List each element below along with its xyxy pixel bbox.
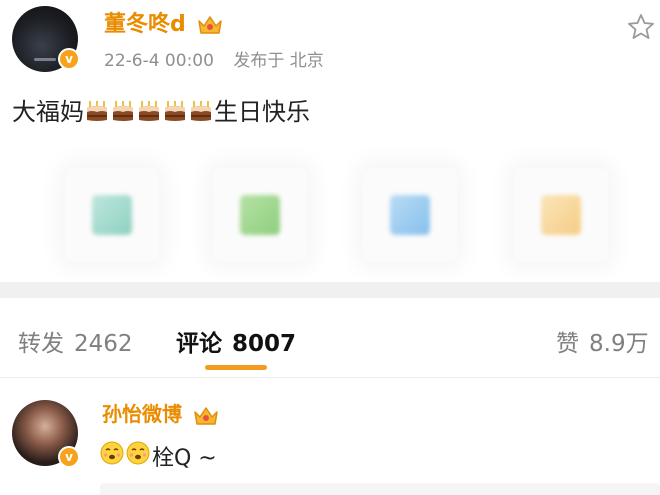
image-placeholder-icon	[541, 195, 581, 235]
crown-icon	[194, 406, 218, 425]
face-emoji-row	[100, 441, 152, 471]
post-image-thumbnail[interactable]	[514, 168, 608, 262]
tab-repost-label: 转发	[18, 331, 64, 357]
poster-avatar[interactable]: v	[12, 6, 80, 72]
comment-item: v 孙怡微博 栓Q ~	[0, 378, 660, 495]
image-placeholder-icon	[390, 195, 430, 235]
tab-like[interactable]: 赞 8.9万	[556, 324, 649, 358]
cake-emoji-row	[84, 96, 214, 124]
avatar-glint	[34, 58, 56, 61]
commenter-avatar[interactable]: v	[12, 400, 80, 468]
tab-like-count: 8.9万	[589, 331, 649, 357]
verified-badge-icon: v	[58, 446, 80, 468]
post-image-thumbnail[interactable]	[213, 168, 307, 262]
post-card: v 董冬咚d 22-6-4 00:00 发布于 北京 大福妈 生日快乐	[0, 0, 660, 282]
tab-comment-label: 评论	[176, 331, 222, 357]
post-text-suffix: 生日快乐	[214, 98, 310, 126]
comment-text: 栓Q ~	[100, 440, 217, 472]
birthday-cake-icon	[111, 99, 135, 123]
birthday-cake-icon	[137, 99, 161, 123]
active-tab-indicator	[205, 365, 267, 370]
birthday-cake-icon	[189, 99, 213, 123]
post-time: 22-6-4 00:00	[104, 51, 214, 71]
comment-text-body: 栓Q ~	[152, 446, 217, 471]
tab-comment-count: 8007	[232, 331, 297, 357]
commenter-username[interactable]: 孙怡微博	[102, 398, 219, 427]
post-image-thumbnail[interactable]	[65, 168, 159, 262]
verified-badge-icon: v	[58, 48, 80, 70]
interaction-tabs: 转发 2462 评论 8007 赞 8.9万	[0, 298, 660, 378]
smiling-face-icon	[126, 441, 150, 465]
post-image-thumbnail[interactable]	[363, 168, 457, 262]
birthday-cake-icon	[85, 99, 109, 123]
tab-like-label: 赞	[556, 331, 579, 357]
tab-repost[interactable]: 转发 2462	[18, 324, 133, 358]
post-meta: 22-6-4 00:00 发布于 北京	[104, 46, 338, 71]
image-placeholder-icon	[92, 195, 132, 235]
poster-username-text[interactable]: 董冬咚d	[104, 12, 186, 37]
comment-reply-preview[interactable]	[100, 483, 660, 495]
tab-comment[interactable]: 评论 8007	[176, 324, 296, 358]
star-icon[interactable]	[626, 12, 656, 42]
post-location: 发布于 北京	[233, 51, 324, 71]
smiling-face-icon	[100, 441, 124, 465]
tab-repost-count: 2462	[74, 331, 133, 357]
commenter-username-text[interactable]: 孙怡微博	[102, 402, 182, 426]
post-text: 大福妈 生日快乐	[12, 92, 310, 127]
section-divider	[0, 282, 660, 298]
birthday-cake-icon	[163, 99, 187, 123]
image-placeholder-icon	[240, 195, 280, 235]
poster-username[interactable]: 董冬咚d	[104, 6, 223, 38]
post-text-prefix: 大福妈	[12, 98, 84, 126]
crown-icon	[198, 16, 223, 34]
